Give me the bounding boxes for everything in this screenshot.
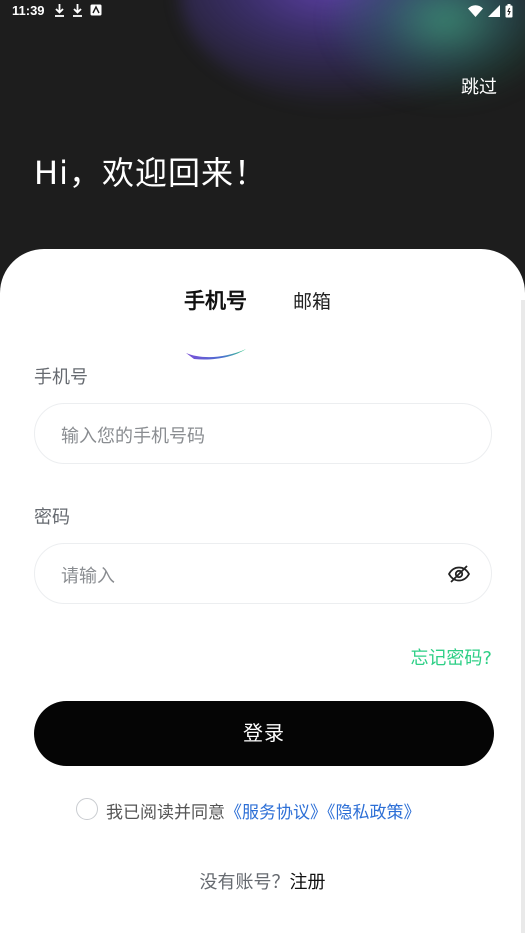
agreement-row: 我已阅读并同意《服务协议》《隐私政策》 bbox=[0, 798, 525, 823]
agreement-text: 我已阅读并同意《服务协议》《隐私政策》 bbox=[106, 798, 421, 823]
password-label: 密码 bbox=[34, 507, 70, 528]
skip-button[interactable]: 跳过 bbox=[461, 73, 497, 99]
login-card: 手机号 邮箱 手机号 输入您的手机号码 密码 请输入 忘记密码? 登录 我已阅读… bbox=[0, 249, 525, 933]
tab-email[interactable]: 邮箱 bbox=[293, 287, 331, 314]
tab-active-indicator bbox=[186, 349, 246, 360]
privacy-policy-link[interactable]: 《隐私政策》 bbox=[327, 803, 421, 823]
status-time: 11:39 bbox=[12, 3, 45, 18]
service-agreement-link[interactable]: 《服务协议》 bbox=[225, 803, 327, 823]
system-icons bbox=[468, 4, 513, 18]
eye-hidden-icon[interactable] bbox=[447, 562, 471, 586]
login-tabs: 手机号 邮箱 bbox=[0, 285, 525, 360]
download-icon bbox=[55, 4, 64, 17]
phone-placeholder: 输入您的手机号码 bbox=[61, 426, 205, 447]
phone-label: 手机号 bbox=[34, 367, 88, 388]
login-button[interactable]: 登录 bbox=[34, 701, 494, 766]
agreement-checkbox[interactable] bbox=[76, 798, 98, 820]
register-prompt: 没有账号？ bbox=[199, 872, 290, 893]
status-bar: 11:39 bbox=[0, 0, 525, 24]
notification-icons bbox=[54, 4, 102, 17]
agreement-prefix: 我已阅读并同意 bbox=[106, 803, 225, 823]
password-placeholder: 请输入 bbox=[61, 566, 115, 587]
greeting-title: Hi，欢迎回来！ bbox=[34, 154, 267, 192]
download-icon bbox=[73, 4, 82, 17]
register-link[interactable]: 注册 bbox=[290, 872, 326, 893]
forgot-password-link[interactable]: 忘记密码? bbox=[410, 644, 492, 670]
tab-phone[interactable]: 手机号 bbox=[184, 285, 247, 315]
battery-icon bbox=[505, 4, 513, 18]
app-notification-icon bbox=[90, 4, 102, 16]
signal-icon bbox=[488, 5, 500, 17]
password-input[interactable]: 请输入 bbox=[34, 543, 492, 604]
register-row: 没有账号？注册 bbox=[0, 868, 525, 894]
scrollbar[interactable] bbox=[521, 300, 525, 933]
wifi-icon bbox=[468, 5, 483, 17]
phone-input[interactable]: 输入您的手机号码 bbox=[34, 403, 492, 464]
